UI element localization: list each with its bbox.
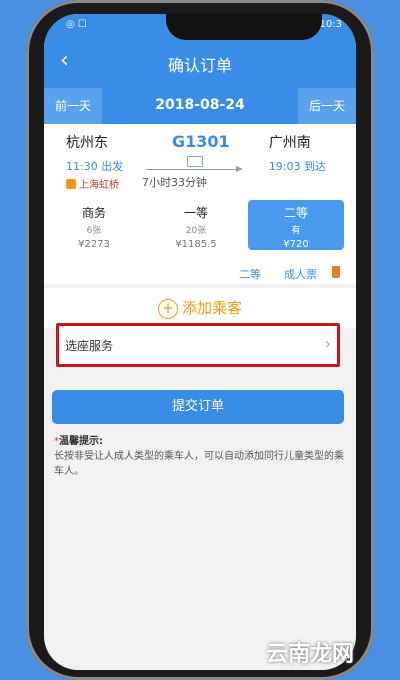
seat-price: ¥2273 bbox=[78, 239, 110, 250]
arrival-info: 广州南 19:03 到达 bbox=[269, 132, 326, 174]
seat-class-selector: 商务 6张 ¥2273 一等 20张 ¥1185.5 二等 有 ¥720 bbox=[44, 196, 356, 262]
ticket-icon bbox=[187, 156, 203, 167]
seat-count: 20张 bbox=[185, 226, 207, 236]
tips-text: 长按非受让人成人类型的乘车人，可以自动添加同行儿童类型的乘车人。 bbox=[54, 451, 344, 477]
route-arrow bbox=[146, 169, 242, 170]
train-number[interactable]: G1301 bbox=[172, 132, 230, 151]
passenger-ticket-type[interactable]: 成人票 bbox=[284, 266, 317, 282]
chevron-right-icon: › bbox=[324, 334, 331, 353]
phone-screen: ◎ ☐ 71% 10:3 ‹ 确认订单 前一天 2018-08-24 后一天 杭… bbox=[44, 14, 356, 670]
tips-title: 温馨提示: bbox=[59, 436, 103, 447]
arrow-right-icon: ▶ bbox=[236, 164, 243, 173]
seat-service-label: 选座服务 bbox=[65, 339, 114, 353]
passenger-seat-class[interactable]: 二等 bbox=[239, 266, 261, 282]
seat-price: ¥1185.5 bbox=[175, 239, 217, 250]
to-station: 广州南 bbox=[268, 135, 311, 151]
seat-name: 二等 bbox=[283, 206, 308, 220]
seat-price: ¥720 bbox=[283, 239, 309, 250]
status-left-icons: ◎ ☐ bbox=[66, 19, 87, 30]
transfer-station: 上海虹桥 bbox=[66, 176, 123, 191]
seat-option-business[interactable]: 商务 6张 ¥2273 bbox=[46, 200, 142, 250]
departure-info: 杭州东 11:30 出发 上海虹桥 bbox=[66, 132, 123, 191]
passenger-row: 二等 成人票 bbox=[44, 262, 356, 284]
add-passenger-button[interactable]: + 添加乘客 bbox=[44, 288, 356, 328]
title-bar: ‹ 确认订单 bbox=[44, 36, 356, 88]
tips-section: *温馨提示: 长按非受让人成人类型的乘车人，可以自动添加同行儿童类型的乘车人。 bbox=[54, 434, 346, 479]
plus-icon: + bbox=[157, 298, 178, 319]
trip-duration: 7小时33分钟 bbox=[142, 176, 207, 189]
seat-name: 商务 bbox=[81, 206, 106, 220]
arrival-time: 19:03 到达 bbox=[268, 160, 326, 173]
phone-notch bbox=[166, 14, 322, 40]
transfer-icon bbox=[66, 179, 76, 189]
next-day-button[interactable]: 后一天 bbox=[298, 88, 356, 124]
transfer-label: 上海虹桥 bbox=[79, 180, 119, 191]
date-bar: 前一天 2018-08-24 后一天 bbox=[44, 88, 356, 124]
page-title: 确认订单 bbox=[167, 56, 232, 75]
watermark: 云南龙网 bbox=[266, 642, 355, 667]
trip-summary: 杭州东 11:30 出发 上海虹桥 G1301 ▶ 7小时33分钟 广州南 19… bbox=[44, 124, 356, 196]
seat-name: 一等 bbox=[183, 206, 208, 220]
add-passenger-label: 添加乘客 bbox=[181, 299, 242, 317]
departure-time: 11:30 出发 bbox=[66, 160, 124, 173]
seat-option-first[interactable]: 一等 20张 ¥1185.5 bbox=[148, 200, 244, 250]
submit-order-button[interactable]: 提交订单 bbox=[52, 390, 344, 424]
seat-count: 6张 bbox=[86, 226, 102, 236]
trash-icon[interactable] bbox=[332, 266, 340, 278]
seat-option-second[interactable]: 二等 有 ¥720 bbox=[248, 200, 344, 250]
seat-count: 有 bbox=[291, 226, 301, 236]
seat-service-row[interactable]: 选座服务 › bbox=[56, 323, 340, 367]
from-station: 杭州东 bbox=[66, 135, 108, 151]
